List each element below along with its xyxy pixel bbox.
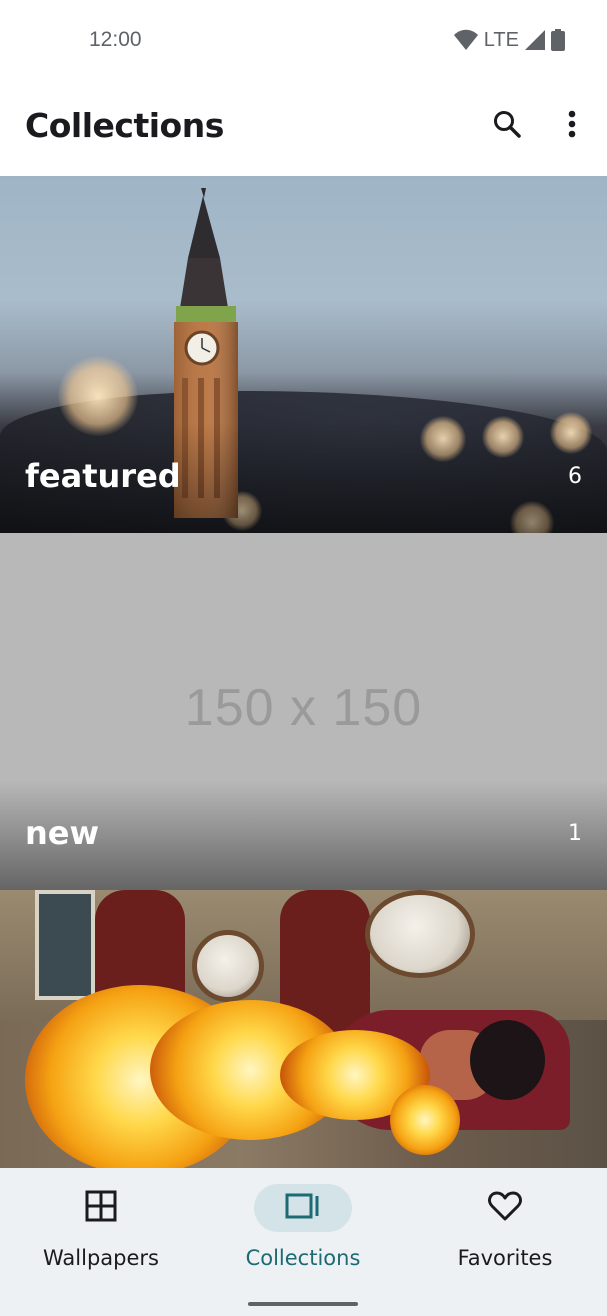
- more-options-button[interactable]: [548, 102, 596, 150]
- status-time: 12:00: [89, 28, 142, 51]
- more-vert-icon: [568, 110, 576, 143]
- cellular-signal-icon: [525, 30, 545, 50]
- collection-card-new[interactable]: 150 x 150 new 1: [0, 533, 607, 890]
- nav-label: Wallpapers: [43, 1246, 159, 1270]
- nav-item-favorites[interactable]: Favorites: [425, 1184, 585, 1294]
- nav-item-wallpapers[interactable]: Wallpapers: [21, 1184, 181, 1294]
- grid-icon: [85, 1190, 117, 1227]
- collection-image: [0, 890, 607, 1168]
- search-button[interactable]: [483, 102, 531, 150]
- collection-name: featured: [25, 457, 181, 495]
- collection-card-third[interactable]: [0, 890, 607, 1168]
- status-bar: 12:00 LTE: [0, 0, 607, 80]
- placeholder-text: 150 x 150: [184, 678, 423, 737]
- collection-name: new: [25, 814, 100, 852]
- gesture-handle[interactable]: [248, 1302, 358, 1306]
- network-type: LTE: [483, 28, 519, 51]
- app-bar: Collections: [0, 80, 607, 176]
- collections-list[interactable]: featured 6 150 x 150 new 1: [0, 176, 607, 1168]
- bottom-navigation: Wallpapers Collections Favorites: [0, 1168, 607, 1316]
- nav-item-collections[interactable]: Collections: [223, 1184, 383, 1294]
- page-title: Collections: [25, 106, 224, 145]
- active-indicator: [254, 1184, 352, 1232]
- collection-count: 1: [568, 821, 582, 846]
- heart-icon: [488, 1191, 522, 1226]
- search-icon: [492, 109, 522, 144]
- collections-icon: [285, 1193, 321, 1224]
- collection-card-featured[interactable]: featured 6: [0, 176, 607, 533]
- status-icons: LTE: [453, 28, 565, 52]
- battery-icon: [551, 29, 565, 51]
- nav-label: Collections: [245, 1246, 361, 1270]
- collection-count: 6: [568, 464, 582, 489]
- wifi-icon: [453, 29, 478, 51]
- nav-label: Favorites: [457, 1246, 553, 1270]
